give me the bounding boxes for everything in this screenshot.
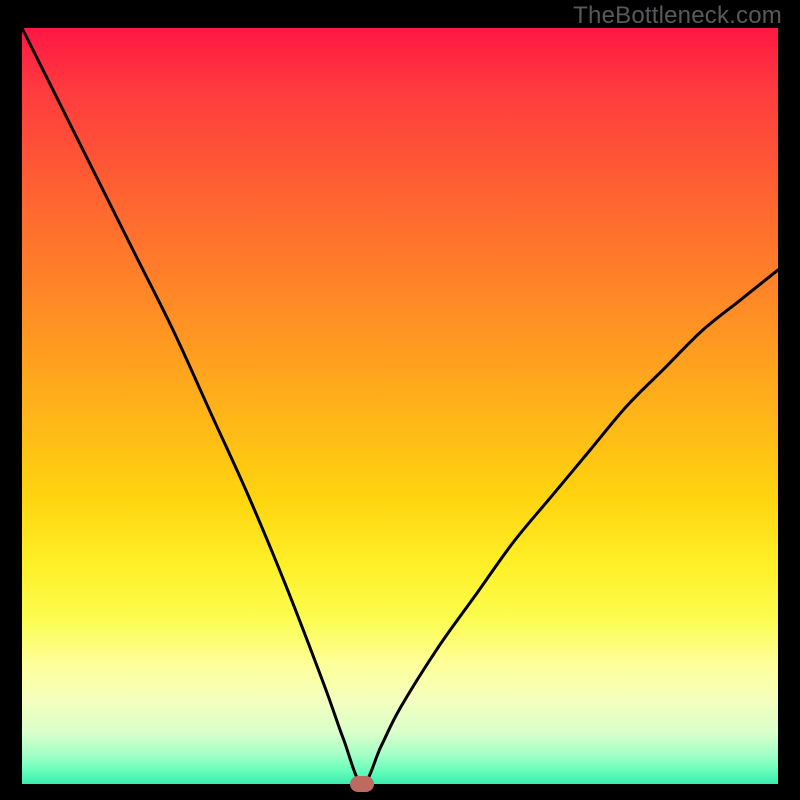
chart-frame: TheBottleneck.com (0, 0, 800, 800)
watermark-text: TheBottleneck.com (573, 2, 782, 30)
bottleneck-curve (22, 28, 778, 784)
optimum-marker (350, 776, 374, 792)
plot-area (22, 28, 778, 784)
